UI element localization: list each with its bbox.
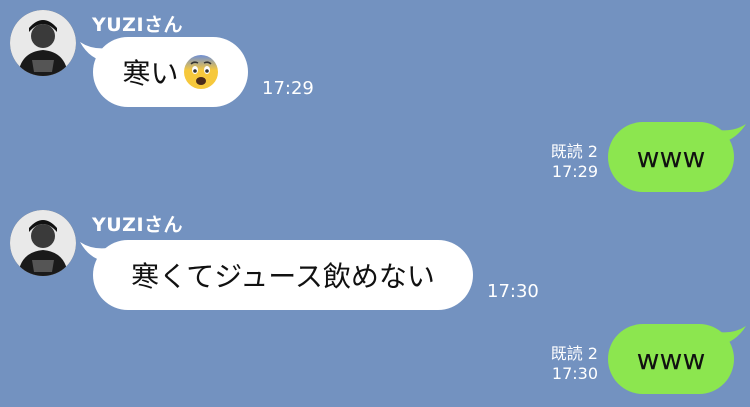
avatar-photo [10,10,76,76]
read-label: 既読 2 [550,142,598,161]
message-time: 17:30 [487,281,539,302]
avatar-photo [10,210,76,276]
message-time: 17:30 [551,364,598,383]
chat-area: YUZIさん 寒い 17:29 既読 2 17:29 www YUZIさん 寒く… [0,0,750,407]
message-text: www [636,342,706,376]
sender-name: YUZIさん [92,214,184,236]
sender-name: YUZIさん [92,14,184,36]
read-receipt: 既読 2 17:29 [540,138,598,181]
message-bubble[interactable]: www [608,122,734,192]
avatar[interactable] [10,10,76,76]
bubble-tail [718,124,746,144]
message-bubble[interactable]: www [608,324,734,394]
message-text: www [636,140,706,174]
read-label: 既読 2 [550,344,598,363]
message-time: 17:29 [551,162,598,181]
avatar[interactable] [10,210,76,276]
fearful-face-emoji [183,55,218,89]
read-receipt: 既読 2 17:30 [540,340,598,383]
message-text: 寒くてジュース飲めない [131,260,435,293]
message-bubble[interactable]: 寒くてジュース飲めない [93,240,473,310]
message-time: 17:29 [262,78,314,99]
bubble-tail [718,326,746,346]
message-text: 寒い [122,57,179,90]
message-bubble[interactable]: 寒い [93,37,248,107]
